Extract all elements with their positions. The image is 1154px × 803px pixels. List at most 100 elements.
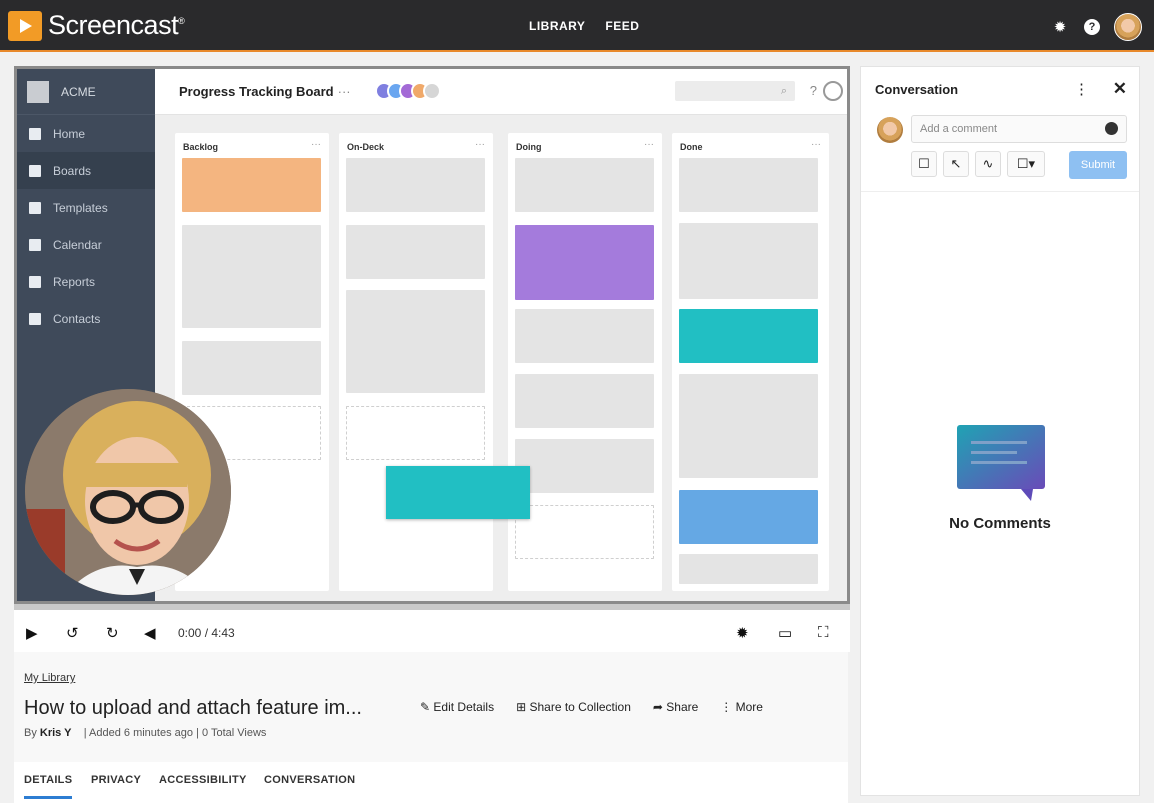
sidebar-item-reports[interactable]: Reports: [17, 263, 155, 300]
video-title: How to upload and attach feature im...: [24, 697, 362, 719]
tab-privacy[interactable]: PRIVACY: [91, 774, 141, 786]
submit-button[interactable]: Submit: [1069, 151, 1127, 179]
nav-feed[interactable]: FEED: [605, 19, 639, 33]
fullscreen-icon[interactable]: ⛶: [818, 624, 829, 641]
breadcrumb[interactable]: My Library: [24, 672, 75, 684]
board-more-icon[interactable]: ···: [338, 84, 351, 99]
share-button[interactable]: ➦ Share: [653, 700, 698, 714]
help-icon[interactable]: ?: [1084, 19, 1100, 35]
org-logo: [27, 80, 49, 103]
detail-tabs: DETAILS PRIVACY ACCESSIBILITY CONVERSATI…: [14, 762, 848, 803]
tab-conversation[interactable]: CONVERSATION: [264, 774, 355, 786]
kebab-icon: ⋮: [720, 700, 736, 714]
rewind-icon[interactable]: ↺: [66, 624, 79, 642]
time-display: 0:00 / 4:43: [178, 626, 235, 640]
rectangle-tool-icon[interactable]: ☐: [911, 151, 937, 177]
conversation-panel: Conversation ⋮ ✕ Add a comment ☐ ↖ ∿ ☐▾ …: [860, 66, 1140, 796]
sidebar-item-label: Home: [53, 126, 86, 141]
player-controls: ▶ ↺ ↻ ◀ 0:00 / 4:43 ✹ ▭ ⛶: [14, 604, 850, 652]
registered-mark: ®: [178, 16, 185, 26]
board-card: [679, 158, 818, 212]
video-details: My Library How to upload and attach feat…: [14, 652, 848, 803]
more-button[interactable]: ⋮ More: [720, 700, 763, 714]
sidebar-item-boards[interactable]: Boards: [17, 152, 155, 189]
dragging-card: [386, 466, 530, 519]
sidebar-item-calendar[interactable]: Calendar: [17, 226, 155, 263]
column-title: Done: [680, 142, 703, 152]
collection-icon: ⊞: [516, 700, 530, 714]
card-placeholder: [515, 505, 654, 559]
tab-accessibility[interactable]: ACCESSIBILITY: [159, 774, 247, 786]
board-column: Done ···: [672, 133, 829, 591]
close-icon[interactable]: ✕: [1113, 79, 1127, 99]
video-stats: | Added 6 minutes ago | 0 Total Views: [83, 727, 267, 739]
column-title: On-Deck: [347, 142, 385, 152]
kebab-icon[interactable]: ⋮: [1074, 80, 1089, 98]
board-card: [679, 223, 818, 299]
board-card: [346, 290, 485, 393]
video-player[interactable]: ACME Home Boards Templates Calendar Repo…: [14, 66, 850, 604]
author-prefix: By: [24, 727, 37, 739]
column-more-icon: ···: [811, 139, 821, 150]
sidebar-item-home[interactable]: Home: [17, 115, 155, 152]
board-card: [182, 341, 321, 395]
sidebar-item-label: Contacts: [53, 311, 101, 326]
user-avatar[interactable]: [1114, 13, 1142, 41]
forward-icon[interactable]: ↻: [106, 624, 119, 642]
share-to-collection-button[interactable]: ⊞ Share to Collection: [516, 700, 631, 714]
add-member-icon: [423, 82, 441, 100]
board-card: [679, 490, 818, 544]
empty-comments-icon: [955, 425, 1047, 506]
comment-input[interactable]: Add a comment: [911, 115, 1127, 143]
screencast-logo[interactable]: Screencast®: [8, 10, 185, 41]
play-icon[interactable]: ▶: [26, 624, 38, 642]
board-card: [182, 225, 321, 328]
card-placeholder: [346, 406, 485, 460]
annotation-tools: ☐ ↖ ∿ ☐▾: [911, 151, 1045, 177]
author-name[interactable]: Kris Y: [40, 727, 72, 739]
emoji-icon[interactable]: [1105, 122, 1118, 135]
board-card: [679, 554, 818, 584]
divider: [861, 191, 1139, 192]
tab-details[interactable]: DETAILS: [24, 774, 73, 799]
arrow-tool-icon[interactable]: ↖: [943, 151, 969, 177]
share-icon: ➦: [652, 700, 667, 714]
board-card: [515, 225, 654, 300]
board-column: On-Deck ···: [339, 133, 493, 591]
nav-library[interactable]: LIBRARY: [529, 19, 585, 33]
sidebar-item-contacts[interactable]: Contacts: [17, 300, 155, 337]
sidebar-item-label: Boards: [53, 163, 92, 178]
video-meta: By Kris Y | Added 6 minutes ago | 0 Tota…: [24, 727, 266, 739]
avatar: [877, 117, 903, 143]
shape-dropdown-icon[interactable]: ☐▾: [1007, 151, 1045, 177]
progress-bar[interactable]: [14, 604, 850, 610]
video-actions: ✎ Edit Details ⊞ Share to Collection ➦ S…: [420, 700, 763, 714]
home-icon: [29, 127, 41, 140]
board-card: [515, 439, 654, 493]
org-header[interactable]: ACME: [17, 69, 155, 115]
org-name: ACME: [61, 84, 96, 99]
volume-icon[interactable]: ◀: [144, 624, 156, 642]
sidebar-item-label: Templates: [53, 200, 108, 215]
edit-details-button[interactable]: ✎ Edit Details: [420, 700, 494, 714]
freehand-tool-icon[interactable]: ∿: [975, 151, 1001, 177]
top-icons: ✹ ?: [1050, 13, 1142, 41]
boards-icon: [29, 164, 41, 177]
pencil-icon: ✎: [420, 700, 434, 714]
column-more-icon: ···: [644, 139, 654, 150]
comment-placeholder: Add a comment: [920, 123, 998, 135]
sidebar-item-templates[interactable]: Templates: [17, 189, 155, 226]
sidebar-item-label: Reports: [53, 274, 96, 289]
pip-icon[interactable]: ▭: [778, 624, 792, 642]
sidebar-item-label: Calendar: [53, 237, 102, 252]
gear-icon[interactable]: ✹: [1050, 18, 1070, 36]
board-card: [679, 374, 818, 478]
settings-icon[interactable]: ✹: [736, 624, 749, 642]
help-icon: ?: [809, 83, 817, 98]
user-icon: [823, 81, 843, 101]
contacts-icon: [29, 312, 41, 325]
column-more-icon: ···: [311, 139, 321, 150]
column-more-icon: ···: [475, 139, 485, 150]
top-bar: Screencast® LIBRARY FEED ✹ ?: [0, 0, 1154, 52]
reports-icon: [29, 275, 41, 288]
